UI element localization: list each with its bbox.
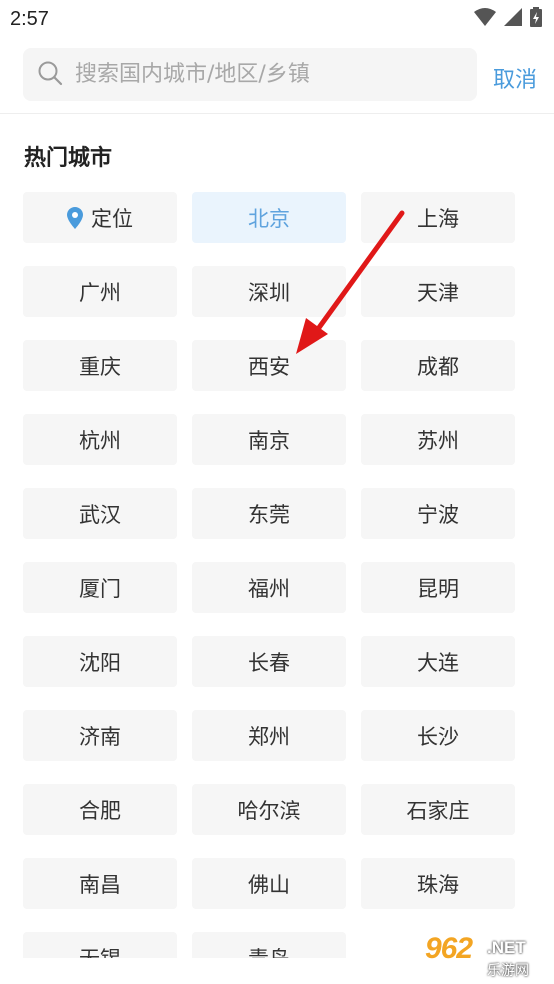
wifi-icon <box>474 8 496 30</box>
city-button[interactable]: 成都 <box>361 340 515 391</box>
search-box[interactable] <box>23 48 477 101</box>
city-button[interactable]: 大连 <box>361 636 515 687</box>
watermark-logo: 962 <box>425 932 473 965</box>
city-button[interactable]: 沈阳 <box>23 636 177 687</box>
city-button[interactable]: 南昌 <box>23 858 177 909</box>
city-button[interactable]: 昆明 <box>361 562 515 613</box>
watermark-domain: .NET <box>487 938 526 957</box>
city-button[interactable]: 济南 <box>23 710 177 761</box>
cancel-button[interactable]: 取消 <box>493 62 537 94</box>
city-button[interactable]: 重庆 <box>23 340 177 391</box>
city-button[interactable]: 苏州 <box>361 414 515 465</box>
city-button[interactable]: 厦门 <box>23 562 177 613</box>
signal-icon <box>504 8 522 30</box>
hot-cities-title: 热门城市 <box>24 146 113 171</box>
city-button[interactable]: 合肥 <box>23 784 177 835</box>
city-button[interactable]: 郑州 <box>192 710 346 761</box>
status-bar: 2:57 <box>0 0 554 38</box>
city-button[interactable]: 北京 <box>192 192 346 243</box>
hot-city-grid: 定位 北京 上海 广州 深圳 天津 重庆 西安 成都 杭州 南京 苏州 武汉 东… <box>23 192 515 983</box>
city-button[interactable]: 宁波 <box>361 488 515 539</box>
city-button[interactable]: 南京 <box>192 414 346 465</box>
search-icon <box>37 60 63 90</box>
city-button[interactable]: 石家庄 <box>361 784 515 835</box>
city-button[interactable]: 武汉 <box>23 488 177 539</box>
status-icons <box>474 7 542 31</box>
watermark-site: 乐游网 <box>487 963 529 979</box>
city-button[interactable]: 佛山 <box>192 858 346 909</box>
city-button[interactable]: 长春 <box>192 636 346 687</box>
city-button[interactable]: 哈尔滨 <box>192 784 346 835</box>
city-button[interactable]: 福州 <box>192 562 346 613</box>
location-pin-icon <box>67 206 83 229</box>
city-button[interactable]: 广州 <box>23 266 177 317</box>
search-input[interactable] <box>73 61 457 88</box>
locate-button[interactable]: 定位 <box>23 192 177 243</box>
city-button[interactable]: 上海 <box>361 192 515 243</box>
city-button[interactable]: 西安 <box>192 340 346 391</box>
city-button[interactable]: 杭州 <box>23 414 177 465</box>
city-button[interactable]: 长沙 <box>361 710 515 761</box>
battery-icon <box>530 7 542 31</box>
city-button[interactable]: 深圳 <box>192 266 346 317</box>
city-button[interactable]: 天津 <box>361 266 515 317</box>
search-bar: 取消 <box>0 38 554 114</box>
city-button[interactable]: 珠海 <box>361 858 515 909</box>
city-button[interactable]: 东莞 <box>192 488 346 539</box>
locate-label: 定位 <box>91 206 133 231</box>
status-time: 2:57 <box>10 7 49 30</box>
watermark: 962 .NET 乐游网 <box>395 928 550 982</box>
